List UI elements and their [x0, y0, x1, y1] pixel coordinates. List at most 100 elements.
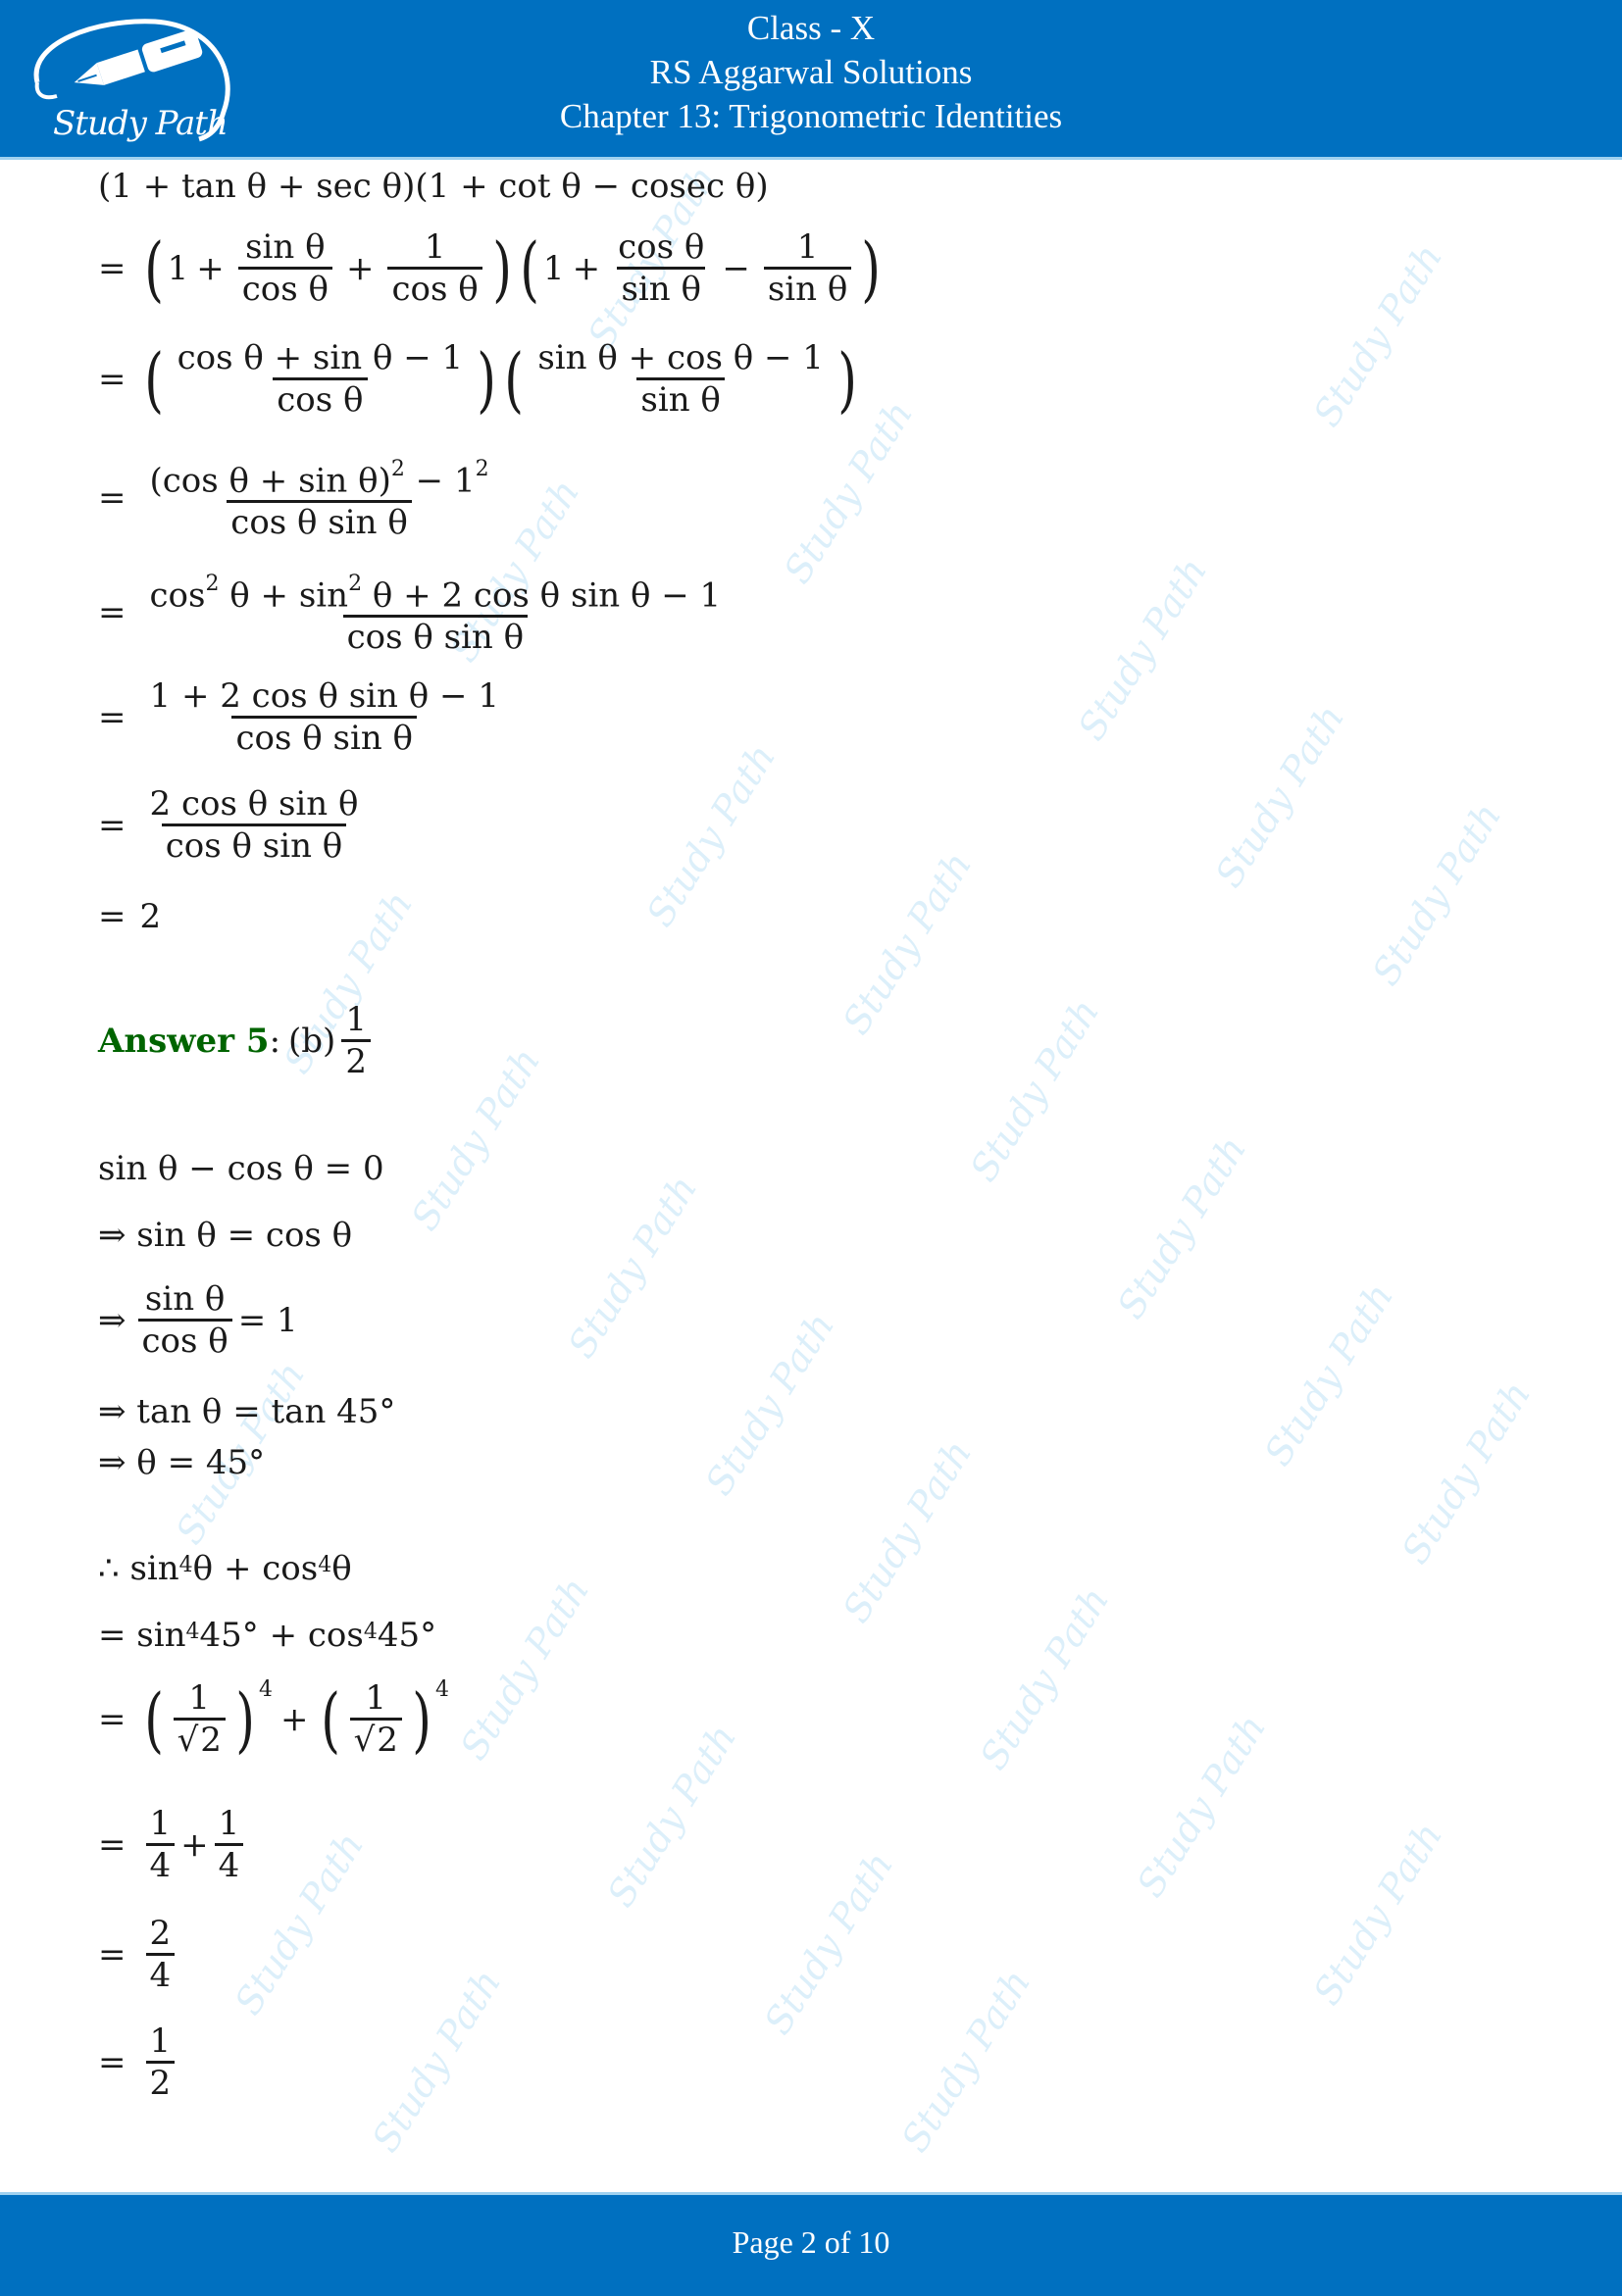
equals-sign: = — [98, 248, 127, 288]
numerator: cos θ + sin θ − 1 — [177, 338, 464, 377]
page-header: Study Path Class - X RS Aggarwal Solutio… — [0, 0, 1622, 160]
watermark: Study Path — [1108, 1128, 1255, 1326]
right-paren: ) — [477, 337, 497, 421]
right-paren: ) — [412, 1677, 431, 1761]
equals-sign: = — [98, 2042, 127, 2082]
numerator: 1 — [796, 227, 819, 267]
term: θ + cos — [192, 1549, 319, 1588]
denominator: cos θ sin θ — [161, 824, 347, 866]
watermark: Study Path — [834, 844, 981, 1042]
exponent: 4 — [178, 1552, 193, 1577]
denominator: sin θ — [617, 267, 705, 309]
page-footer: Page 2 of 10 — [0, 2192, 1622, 2296]
fraction: (cos θ + sin θ)2 − 12 cos θ sin θ — [146, 454, 493, 542]
exponent: 4 — [435, 1677, 449, 1702]
fraction: cos θ sin θ — [614, 227, 708, 309]
exponent: 4 — [259, 1677, 273, 1702]
left-paren: ( — [520, 226, 539, 310]
implies-arrow: ⇒ — [98, 1300, 127, 1340]
watermark: Study Path — [834, 1432, 981, 1630]
term: (cos θ + sin θ) — [149, 461, 391, 501]
q5-line-10: = 2 4 — [98, 1914, 180, 1995]
math-expression: ⇒ tan θ = tan 45° — [98, 1392, 396, 1431]
q5-line-11: = 1 2 — [98, 2021, 180, 2103]
term: θ + 2 cos θ sin θ − 1 — [362, 575, 722, 616]
denominator: 2 — [341, 1039, 371, 1081]
watermark: Study Path — [1304, 1815, 1451, 2013]
math-expression: sin θ − cos θ = 0 — [98, 1149, 384, 1188]
watermark: Study Path — [755, 1844, 902, 2042]
fraction: cos2 θ + sin2 θ + 2 cos θ sin θ − 1 cos … — [146, 569, 726, 657]
watermark: Study Path — [1393, 1373, 1540, 1572]
exponent: 4 — [363, 1619, 378, 1644]
watermark: Study Path — [559, 1168, 706, 1366]
watermark: Study Path — [363, 1962, 510, 2160]
q5-line-7: = sin 4 45° + cos 4 45° — [98, 1616, 436, 1655]
q5-line-8: = ( 1 √2 ) 4 + ( 1 √2 ) 4 — [98, 1677, 449, 1761]
right-paren: ) — [837, 337, 857, 421]
q4-line-2: = ( 1 + sin θ cos θ + 1 cos θ ) ( 1 + co… — [98, 227, 885, 309]
operator: + — [196, 248, 225, 288]
watermark: Study Path — [1363, 795, 1510, 993]
numerator: 1 — [345, 1000, 367, 1039]
numerator: sin θ — [144, 1279, 226, 1319]
watermark: Study Path — [775, 393, 922, 591]
math-expression: (1 + tan θ + sec θ)(1 + cot θ − cosec θ) — [98, 167, 769, 206]
operator: + — [345, 248, 375, 288]
fraction: 1 4 — [145, 1804, 176, 1885]
equals-sign: = — [98, 359, 127, 399]
numerator: 1 — [188, 1678, 211, 1718]
numerator: 1 + 2 cos θ sin θ − 1 — [149, 676, 499, 716]
denominator: √2 — [349, 1718, 402, 1760]
term: − 1 — [404, 461, 476, 501]
page-number: Page 2 of 10 — [732, 2224, 890, 2260]
watermark: Study Path — [451, 1570, 598, 1768]
term: ∴ sin — [98, 1549, 179, 1588]
watermark: Study Path — [1304, 236, 1451, 434]
right-paren: ) — [861, 226, 882, 310]
operator: + — [280, 1699, 309, 1739]
equals-sign: = — [98, 1934, 127, 1974]
numerator: 1 — [149, 2021, 172, 2061]
term: θ + sin — [219, 575, 349, 616]
fraction: 1 + 2 cos θ sin θ − 1 cos θ sin θ — [146, 676, 503, 758]
term: 45° — [377, 1616, 437, 1655]
fraction: 1 2 — [145, 2021, 176, 2103]
watermark: Study Path — [598, 1717, 745, 1915]
fraction: 1 √2 — [349, 1678, 402, 1760]
q5-line-1: sin θ − cos θ = 0 — [98, 1149, 384, 1188]
q5-line-9: = 1 4 + 1 4 — [98, 1804, 249, 1885]
watermark: Study Path — [971, 1579, 1118, 1777]
math-expression: ⇒ θ = 45° — [98, 1443, 266, 1482]
answer-option: (b) — [288, 1021, 336, 1061]
equals-sign: = — [98, 593, 127, 633]
numerator: 1 — [218, 1804, 240, 1843]
math-expression: ⇒ sin θ = cos θ — [98, 1216, 353, 1255]
q4-line-6: = 1 + 2 cos θ sin θ − 1 cos θ sin θ — [98, 676, 509, 758]
operator: + — [572, 248, 601, 288]
term: 1 — [542, 248, 565, 288]
term: 1 — [167, 248, 189, 288]
exponent: 2 — [390, 457, 405, 481]
left-paren: ( — [143, 337, 164, 421]
fraction: 1 sin θ — [763, 227, 852, 309]
watermark: Study Path — [892, 1962, 1039, 2160]
fraction: 2 4 — [145, 1914, 176, 1995]
answer-label: Answer 5 — [98, 1021, 270, 1061]
equals-sign: = — [98, 805, 127, 845]
numerator: sin θ — [245, 227, 326, 267]
denominator: cos θ sin θ — [227, 500, 412, 542]
numerator: (cos θ + sin θ)2 − 12 — [146, 454, 493, 500]
answer-5-heading: Answer 5 : (b) 1 2 — [98, 1000, 377, 1081]
operator: − — [722, 248, 750, 288]
exponent: 2 — [205, 572, 220, 596]
answer-fraction: 1 2 — [341, 1000, 371, 1081]
fraction: 1 √2 — [173, 1678, 226, 1760]
q4-line-3: = ( cos θ + sin θ − 1 cos θ ) ( sin θ + … — [98, 338, 861, 420]
numerator: 2 — [149, 1914, 172, 1953]
denominator: cos θ — [137, 1319, 232, 1361]
denominator: sin θ — [763, 267, 852, 309]
denominator: 4 — [145, 1953, 176, 1995]
watermark: Study Path — [1128, 1707, 1275, 1905]
denominator: 4 — [214, 1843, 244, 1885]
